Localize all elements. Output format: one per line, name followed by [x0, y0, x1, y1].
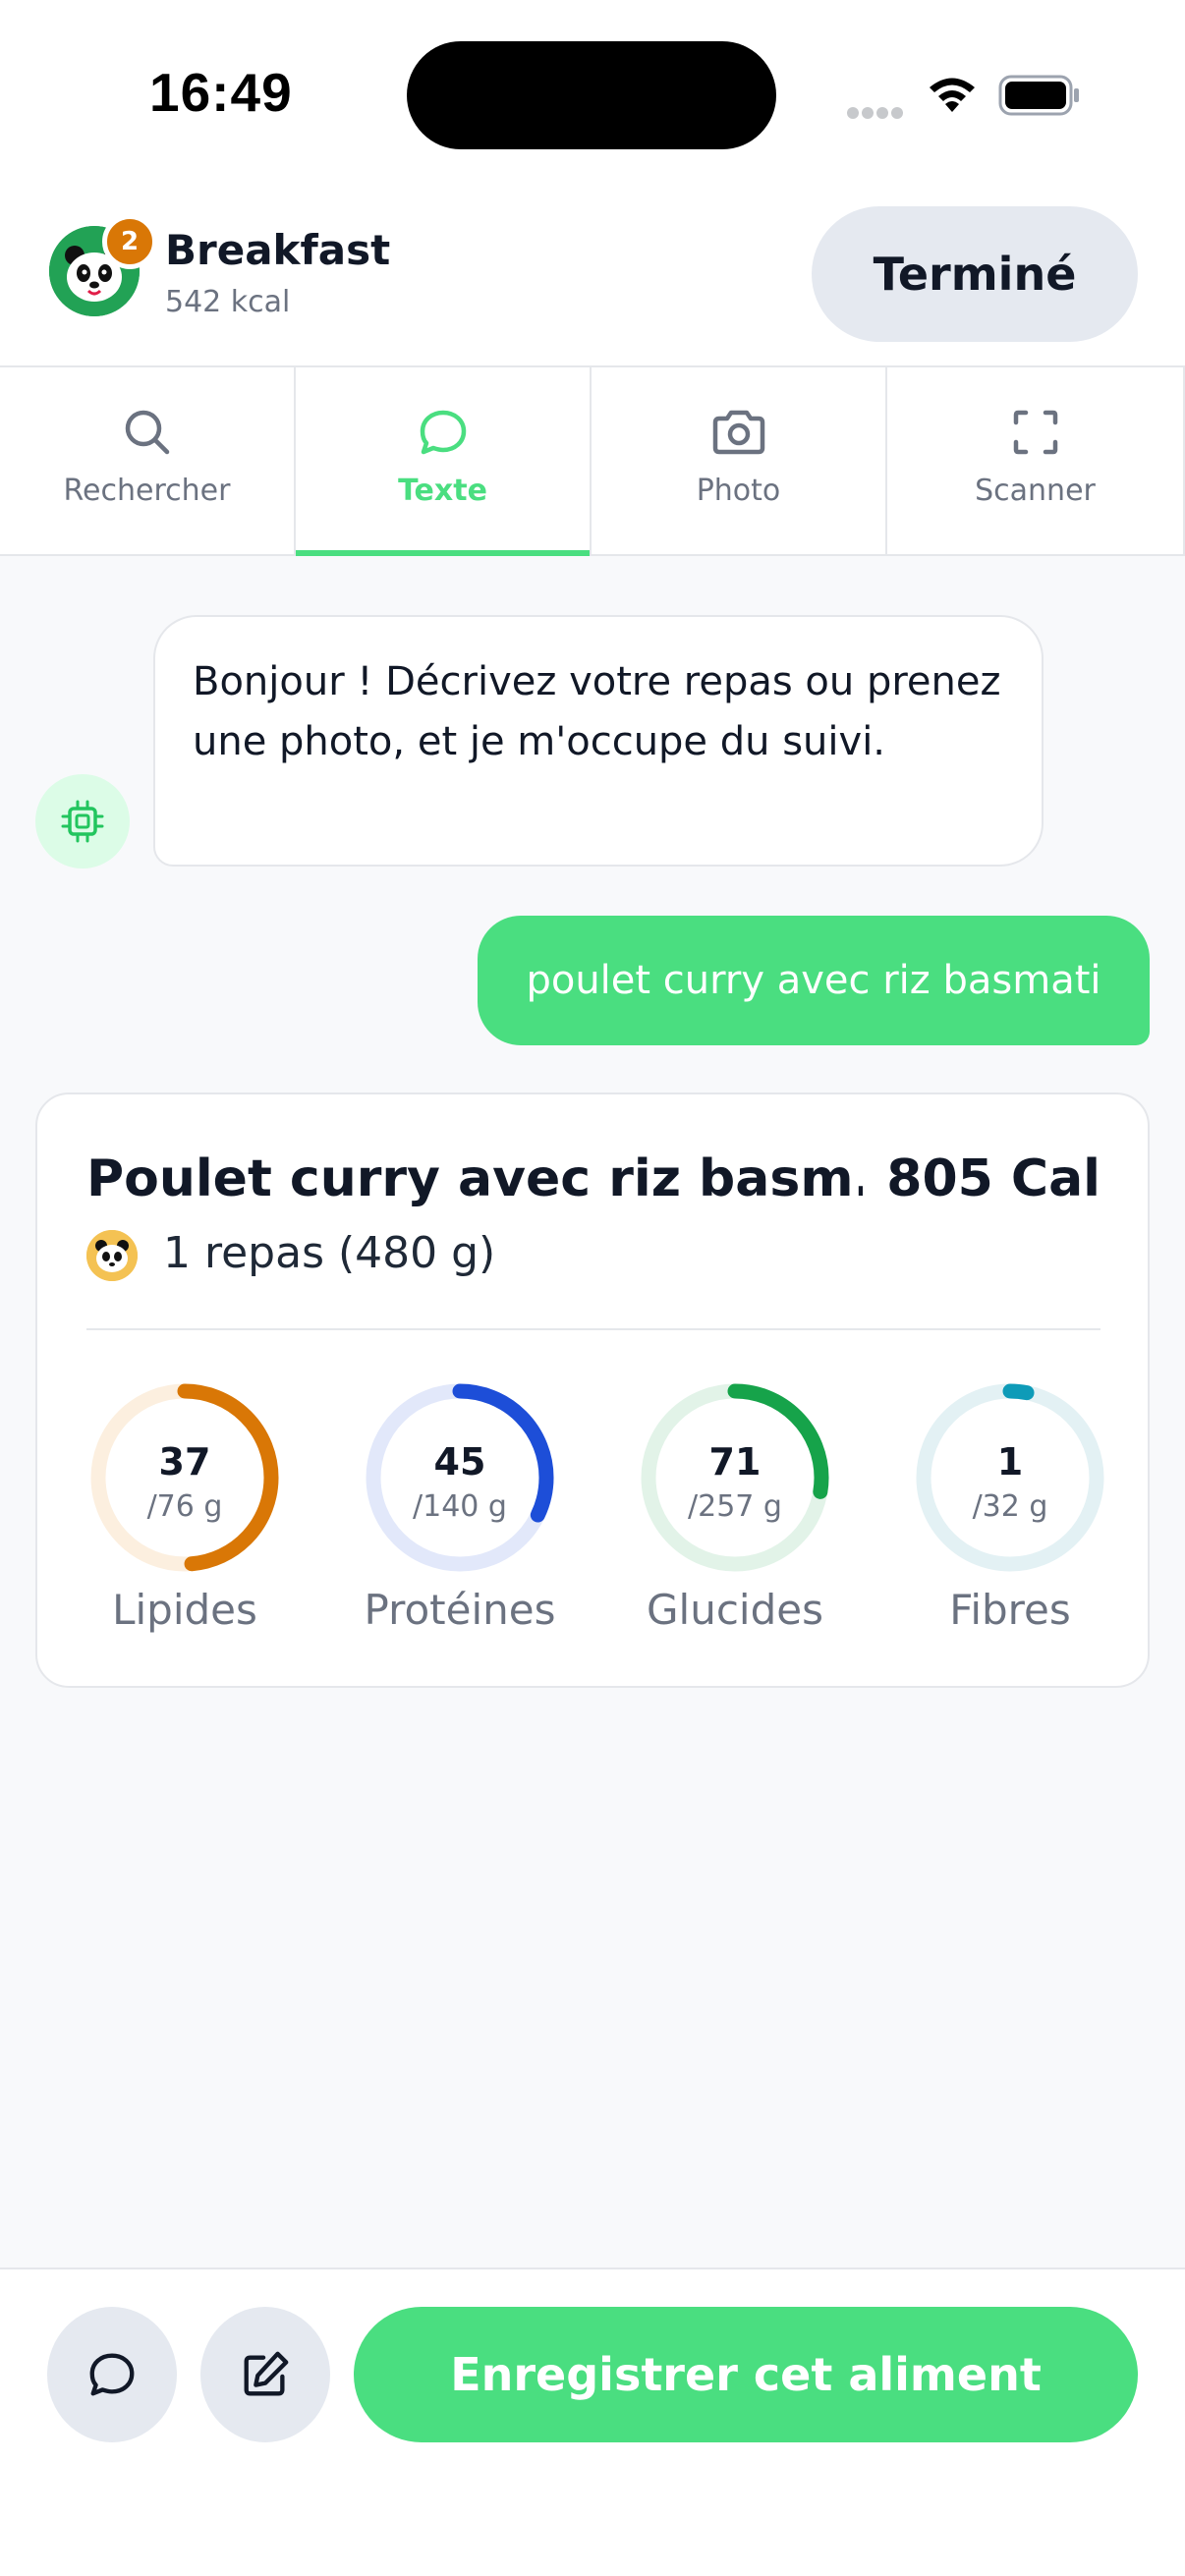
macro-value: 1 [996, 1440, 1024, 1484]
macro-value: 37 [158, 1440, 211, 1484]
tab-label: Texte [398, 474, 487, 508]
edit-icon [244, 2351, 289, 2396]
macro-ring-glucides: 71 /257 g Glucides [637, 1379, 833, 1654]
tab-label: Rechercher [63, 474, 231, 508]
tab-text[interactable]: Texte [296, 367, 592, 556]
macro-ring-proteines: 45 /140 g Protéines [362, 1379, 558, 1654]
status-icons [847, 71, 1083, 120]
meal-kcal: 542 kcal [165, 285, 291, 319]
edit-button[interactable] [200, 2307, 330, 2442]
panda-portion-icon [86, 1230, 138, 1281]
food-name: Poulet curry avec riz basm... [86, 1149, 863, 1208]
camera-icon [712, 410, 764, 455]
done-button[interactable]: Terminé [812, 206, 1138, 342]
macro-target: /32 g [972, 1489, 1048, 1524]
meal-title: Breakfast [165, 226, 391, 274]
tab-label: Scanner [975, 474, 1096, 508]
chip-icon [61, 800, 104, 843]
save-food-button[interactable]: Enregistrer cet aliment [354, 2307, 1138, 2442]
user-message: poulet curry avec riz basmati [478, 916, 1150, 1045]
food-calories: 805 Cal [886, 1149, 1100, 1208]
battery-icon [998, 75, 1079, 116]
macro-ring-lipides: 37 /76 g Lipides [86, 1379, 283, 1654]
macro-target: /257 g [688, 1489, 782, 1524]
meal-header: 2 Breakfast 542 kcal Terminé [0, 187, 1185, 367]
tab-label: Photo [696, 474, 781, 508]
macro-target: /76 g [146, 1489, 223, 1524]
macro-target: /140 g [413, 1489, 507, 1524]
tab-photo[interactable]: Photo [592, 367, 887, 554]
bottom-action-bar: Enregistrer cet aliment [0, 2268, 1185, 2576]
search-icon [125, 410, 169, 455]
bot-message: Bonjour ! Décrivez votre repas ou prenez… [153, 615, 1044, 867]
macro-value: 45 [433, 1440, 486, 1484]
macro-ring-fibres: 1 /32 g Fibres [912, 1379, 1108, 1654]
portion-text[interactable]: 1 repas (480 g) [163, 1228, 495, 1278]
food-result-card[interactable]: Poulet curry avec riz basm... 805 Cal 1 … [35, 1092, 1150, 1688]
macro-name: Glucides [647, 1586, 823, 1634]
cellular-signal-icon [847, 104, 906, 123]
scan-frame-icon [1013, 410, 1057, 455]
tab-scanner[interactable]: Scanner [887, 367, 1185, 554]
chat-bubble-icon [420, 410, 466, 455]
wifi-icon [930, 78, 975, 112]
dynamic-island [407, 41, 776, 149]
tab-search[interactable]: Rechercher [0, 367, 296, 554]
notification-badge: 2 [102, 214, 157, 269]
macro-name: Protéines [364, 1586, 556, 1634]
input-mode-tabs: Rechercher Texte Photo Scanner [0, 367, 1185, 556]
macro-name: Fibres [949, 1586, 1071, 1634]
chat-button[interactable] [47, 2307, 177, 2442]
status-bar: 16:49 [0, 0, 1185, 187]
macro-value: 71 [708, 1440, 762, 1484]
bot-avatar [35, 774, 130, 868]
divider [86, 1328, 1100, 1330]
chat-bubble-icon [89, 2353, 135, 2396]
avatar[interactable]: 2 [49, 214, 157, 316]
status-time: 16:49 [149, 62, 293, 123]
macro-name: Lipides [112, 1586, 257, 1634]
